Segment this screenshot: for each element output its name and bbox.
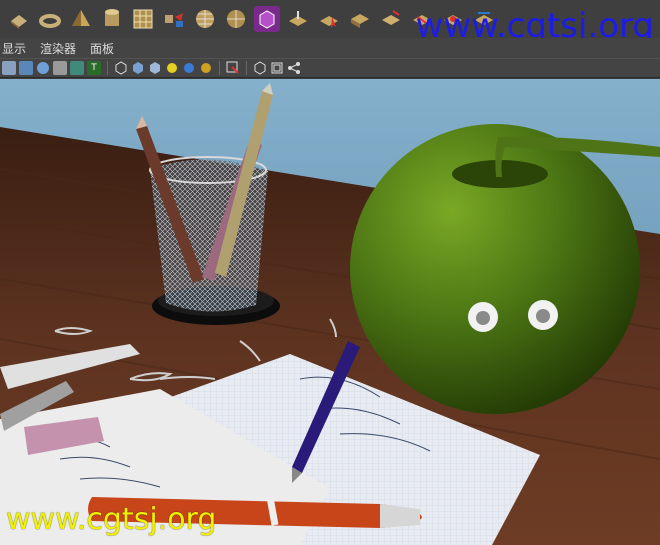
- shaded-cube-icon[interactable]: [131, 61, 145, 75]
- texture-icon[interactable]: [53, 61, 67, 75]
- blue-sphere-icon[interactable]: [182, 61, 196, 75]
- xray-icon[interactable]: [70, 61, 84, 75]
- gold-sphere-icon[interactable]: [199, 61, 213, 75]
- sphere-shade-icon[interactable]: [36, 61, 50, 75]
- frame-icon[interactable]: [270, 61, 284, 75]
- plane-grid-icon[interactable]: [130, 6, 156, 32]
- grid-icon[interactable]: [2, 61, 16, 75]
- wire-cube-icon[interactable]: [114, 61, 128, 75]
- watermark-bottom: www.cgtsj.org: [6, 502, 217, 537]
- camera-icon[interactable]: [19, 61, 33, 75]
- torus-icon[interactable]: [37, 6, 63, 32]
- poly-cube-icon[interactable]: [6, 6, 32, 32]
- menu-renderer[interactable]: 渲染器: [40, 40, 76, 57]
- toolbar-separator: [219, 61, 220, 75]
- sphere-uv-icon[interactable]: [223, 6, 249, 32]
- toolbar-separator: [107, 61, 108, 75]
- combine-icon[interactable]: [161, 6, 187, 32]
- text-icon[interactable]: T: [87, 61, 101, 75]
- select-icon[interactable]: [226, 61, 240, 75]
- append-icon[interactable]: [378, 6, 404, 32]
- sphere-grid-icon[interactable]: [192, 6, 218, 32]
- bridge-icon[interactable]: [347, 6, 373, 32]
- menu-panels[interactable]: 面板: [90, 40, 114, 57]
- panel-menubar: 显示 渲染器 面板: [0, 38, 660, 58]
- cylinder-icon[interactable]: [99, 6, 125, 32]
- extrude-icon[interactable]: [285, 6, 311, 32]
- textured-cube-icon[interactable]: [148, 61, 162, 75]
- select-tool-icon[interactable]: [316, 6, 342, 32]
- menu-show[interactable]: 显示: [2, 40, 26, 57]
- panel-toolbar: T: [0, 58, 660, 78]
- magenta-cube-icon[interactable]: [254, 6, 280, 32]
- toolbar-separator: [246, 61, 247, 75]
- viewport-render: [0, 79, 660, 545]
- pyramid-icon[interactable]: [68, 6, 94, 32]
- light-icon[interactable]: [165, 61, 179, 75]
- 3d-viewport[interactable]: www.cgtsj.org: [0, 79, 660, 545]
- isolate-cube-icon[interactable]: [253, 61, 267, 75]
- shelf-bar: www.cgtsj.org: [0, 0, 660, 46]
- share-icon[interactable]: [287, 61, 301, 75]
